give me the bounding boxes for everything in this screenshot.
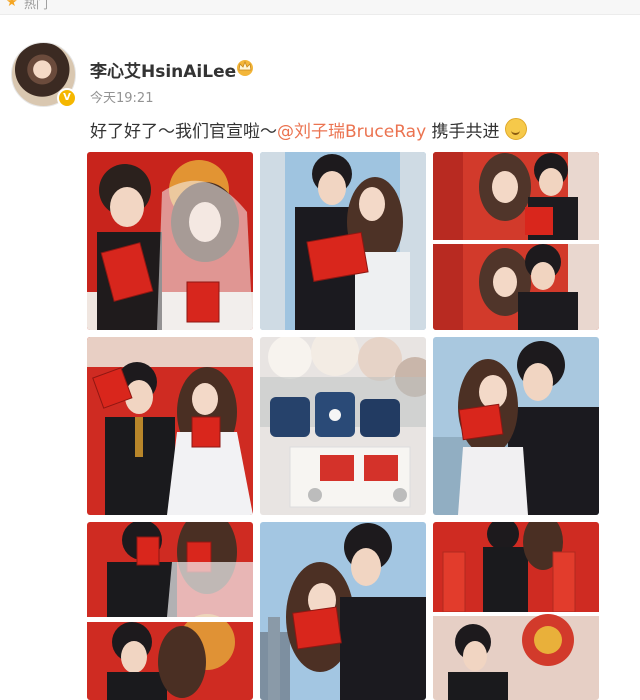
top-tab-strip: ★ 热门 <box>0 0 640 15</box>
post-text-body: 好了好了～我们官宣啦～ <box>90 122 277 142</box>
username[interactable]: 李心艾HsinAiLee <box>90 57 236 82</box>
smile-emoji-icon <box>504 118 527 140</box>
photo-8[interactable] <box>260 522 426 700</box>
star-icon: ★ <box>6 0 18 10</box>
photo-9[interactable] <box>433 522 599 700</box>
hot-tab-label[interactable]: 热门 <box>24 0 48 12</box>
post-text: 好了好了～我们官宣啦～@刘子瑞BruceRay 携手共进 <box>90 117 527 142</box>
verified-badge-icon: V <box>57 88 77 108</box>
photo-6[interactable] <box>433 337 599 515</box>
photo-3[interactable] <box>433 152 599 330</box>
photo-1[interactable] <box>87 152 253 330</box>
photo-2[interactable] <box>260 152 426 330</box>
avatar[interactable]: V <box>11 42 77 108</box>
photo-4[interactable] <box>87 337 253 515</box>
crown-icon <box>237 60 253 76</box>
post-time: 今天19:21 <box>90 91 154 106</box>
post-text-tail: 携手共进 <box>426 122 500 142</box>
photo-7[interactable] <box>87 522 253 700</box>
mention-link[interactable]: @刘子瑞BruceRay <box>277 122 426 142</box>
photo-5[interactable] <box>260 337 426 515</box>
